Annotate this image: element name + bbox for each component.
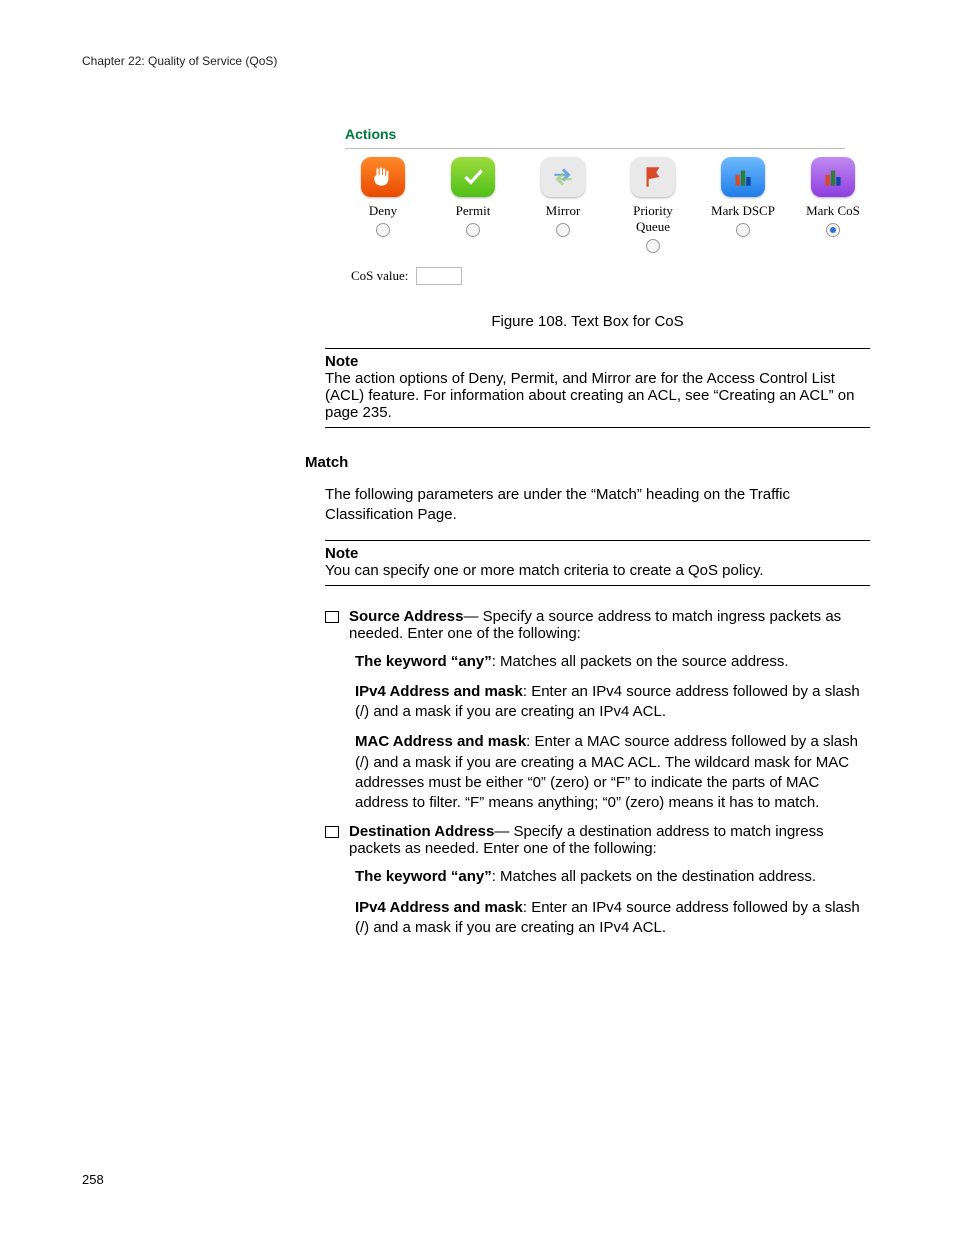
bullet-icon: [325, 611, 339, 623]
radio-dscp[interactable]: [736, 223, 750, 237]
bullet-destination-address: Destination Address— Specify a destinati…: [325, 823, 870, 857]
radio-cos[interactable]: [826, 223, 840, 237]
dst-any-text: : Matches all packets on the destination…: [492, 868, 816, 885]
dst-ipv4: IPv4 Address and mask: Enter an IPv4 sou…: [355, 898, 870, 939]
dst-ipv4-heading: IPv4 Address and mask: [355, 899, 523, 916]
note-title: Note: [325, 353, 870, 370]
src-any-text: : Matches all packets on the source addr…: [492, 653, 789, 670]
checkmark-icon: [451, 157, 495, 197]
note-title: Note: [325, 545, 870, 562]
src-ipv4-heading: IPv4 Address and mask: [355, 683, 523, 700]
note-match-criteria: Note You can specify one or more match c…: [325, 540, 870, 586]
action-label: Mark CoS: [801, 203, 865, 219]
bullet-source-address: Source Address— Specify a source address…: [325, 608, 870, 642]
dst-any: The keyword “any”: Matches all packets o…: [355, 867, 870, 887]
destination-address-heading: Destination Address: [349, 823, 494, 840]
action-permit[interactable]: Permit: [441, 157, 505, 237]
src-any-heading: The keyword “any”: [355, 653, 492, 670]
action-label: Permit: [441, 203, 505, 219]
src-mac: MAC Address and mask: Enter a MAC source…: [355, 732, 870, 813]
hand-stop-icon: [361, 157, 405, 197]
actions-row: Deny Permit Mirror: [351, 157, 865, 253]
action-label: Priority Queue: [621, 203, 685, 235]
src-mac-heading: MAC Address and mask: [355, 733, 526, 750]
src-ipv4: IPv4 Address and mask: Enter an IPv4 sou…: [355, 682, 870, 723]
match-section-title: Match: [305, 454, 870, 471]
action-label: Deny: [351, 203, 415, 219]
bullet-icon: [325, 826, 339, 838]
bullet-body: Source Address— Specify a source address…: [349, 608, 870, 642]
actions-divider: [345, 148, 845, 149]
bars-icon: [721, 157, 765, 197]
dst-any-heading: The keyword “any”: [355, 868, 492, 885]
radio-priority[interactable]: [646, 239, 660, 253]
action-mark-dscp[interactable]: Mark DSCP: [711, 157, 775, 237]
note-body: The action options of Deny, Permit, and …: [325, 370, 870, 421]
action-label: Mark DSCP: [711, 203, 775, 219]
actions-panel-title: Actions: [345, 110, 865, 142]
page-number: 258: [82, 1172, 104, 1187]
radio-mirror[interactable]: [556, 223, 570, 237]
page-header: Chapter 22: Quality of Service (QoS): [82, 54, 277, 68]
cos-value-row: CoS value:: [351, 267, 865, 285]
arrows-swap-icon: [541, 157, 585, 197]
note-body: You can specify one or more match criter…: [325, 562, 870, 579]
bullet-body: Destination Address— Specify a destinati…: [349, 823, 870, 857]
source-address-heading: Source Address: [349, 608, 464, 625]
src-any: The keyword “any”: Matches all packets o…: [355, 652, 870, 672]
cos-value-input[interactable]: [416, 267, 462, 285]
figure-caption: Figure 108. Text Box for CoS: [305, 313, 870, 330]
match-intro: The following parameters are under the “…: [325, 485, 870, 526]
radio-permit[interactable]: [466, 223, 480, 237]
action-mark-cos[interactable]: Mark CoS: [801, 157, 865, 237]
action-priority-queue[interactable]: Priority Queue: [621, 157, 685, 253]
radio-deny[interactable]: [376, 223, 390, 237]
actions-figure: Actions Deny Permit Mir: [345, 110, 865, 285]
action-deny[interactable]: Deny: [351, 157, 415, 237]
page-content: Actions Deny Permit Mir: [305, 110, 870, 948]
cos-value-label: CoS value:: [351, 268, 408, 284]
action-mirror[interactable]: Mirror: [531, 157, 595, 237]
flag-icon: [631, 157, 675, 197]
note-acl: Note The action options of Deny, Permit,…: [325, 348, 870, 428]
action-label: Mirror: [531, 203, 595, 219]
bars-icon: [811, 157, 855, 197]
